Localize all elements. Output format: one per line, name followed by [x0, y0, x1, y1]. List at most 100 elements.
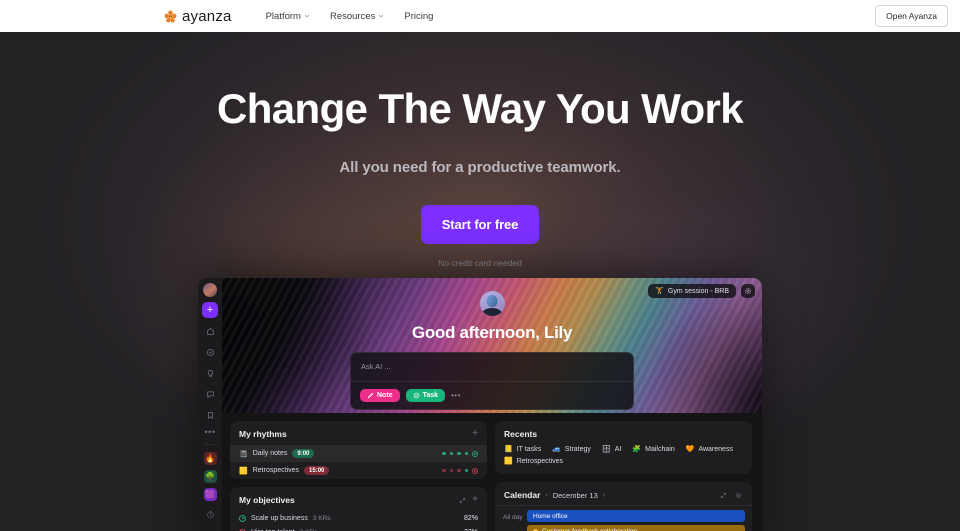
sidebar-item-home[interactable]: [202, 323, 218, 339]
pen-icon: [367, 392, 374, 399]
dashboard: My rhythms + 📓 Daily notes 9:00 🟨 Retros…: [222, 413, 762, 531]
rhythm-dot: [464, 451, 468, 456]
objective-krs: 3 KRs: [312, 514, 331, 522]
my-objectives-card: My objectives + Scale up business 3 KRs …: [230, 487, 487, 531]
sidebar-more-button[interactable]: •••: [205, 428, 216, 437]
hero-content: Change The Way You Work All you need for…: [0, 32, 960, 269]
recent-item-mailchain[interactable]: 🧩 Mailchain: [632, 445, 675, 454]
sidebar-divider: [204, 444, 216, 445]
rhythm-progress-dots: [442, 467, 478, 474]
calendar-event-label: Customer feedback collaboration: [542, 527, 638, 531]
app-preview: + ••• 🔥 🌳 🟪 🏋 Gym session - BRB Good aft…: [198, 278, 762, 531]
recent-emoji: 🟨: [504, 458, 513, 465]
rhythm-label: Retrospectives: [252, 467, 300, 474]
add-button[interactable]: +: [202, 302, 218, 318]
my-rhythms-title: My rhythms: [239, 429, 287, 439]
my-objectives-header: My objectives +: [230, 487, 487, 511]
objective-name: Scale up business: [251, 514, 308, 522]
nav-links: Platform Resources Pricing: [266, 11, 434, 22]
start-for-free-button[interactable]: Start for free: [420, 205, 540, 244]
sidebar-item-ideas[interactable]: [202, 365, 218, 381]
app-banner: 🏋 Gym session - BRB Good afternoon, Lily: [222, 278, 762, 413]
lightbulb-icon: [207, 369, 213, 377]
nav-link-pricing[interactable]: Pricing: [404, 11, 433, 22]
nav-link-resources[interactable]: Resources: [330, 11, 384, 22]
recents-list: 📒 IT tasks 🚙 Strategy 🗄 AI 🧩 Mailchain 🧡…: [495, 445, 752, 474]
expand-objectives-button[interactable]: [457, 495, 467, 505]
calendar-next-button[interactable]: ›: [603, 492, 605, 499]
recent-label: Mailchain: [645, 445, 675, 453]
dashboard-right-column: Recents 📒 IT tasks 🚙 Strategy 🗄 AI 🧩 Mai…: [495, 421, 752, 531]
ask-ai-input[interactable]: Ask AI ...: [351, 353, 633, 381]
calendar-title: Calendar: [504, 490, 541, 500]
rhythm-row-daily-notes[interactable]: 📓 Daily notes 9:00: [230, 445, 487, 462]
expand-calendar-button[interactable]: [718, 490, 728, 500]
my-rhythms-header: My rhythms +: [230, 421, 487, 445]
rhythm-dot: [449, 451, 453, 456]
brand-name: ayanza: [182, 7, 232, 25]
status-text: Gym session - BRB: [667, 287, 729, 295]
recents-card: Recents 📒 IT tasks 🚙 Strategy 🗄 AI 🧩 Mai…: [495, 421, 752, 474]
ask-ai-more-button[interactable]: •••: [451, 391, 461, 400]
calendar-event-label: Home office: [533, 512, 568, 520]
timer-icon: [206, 510, 214, 518]
calendar-event-customer-feedback[interactable]: Customer feedback collaboration: [527, 525, 745, 531]
rhythm-emoji: 📓: [239, 450, 248, 458]
workspace-tile-tree[interactable]: 🌳: [203, 470, 217, 483]
recent-item-retrospectives[interactable]: 🟨 Retrospectives: [504, 457, 563, 466]
rhythm-emoji: 🟨: [239, 467, 248, 475]
nav-link-resources-label: Resources: [329, 10, 376, 22]
top-navbar: ayanza Platform Resources Pricing Open A…: [0, 0, 960, 32]
sidebar-item-goals[interactable]: [202, 344, 218, 360]
rhythm-dot-current: [472, 450, 478, 457]
open-ayanza-button[interactable]: Open Ayanza: [875, 5, 948, 27]
banner-settings-button[interactable]: [741, 284, 755, 298]
user-avatar[interactable]: [479, 291, 505, 316]
recent-item-strategy[interactable]: 🚙 Strategy: [552, 445, 591, 454]
rhythm-dot: [442, 451, 446, 456]
app-main: 🏋 Gym session - BRB Good afternoon, Lily: [222, 278, 762, 531]
task-button[interactable]: Task: [405, 389, 445, 402]
chevron-down-icon: [304, 14, 310, 18]
recent-label: Awareness: [698, 445, 733, 453]
status-group: 🏋 Gym session - BRB: [648, 284, 755, 298]
calendar-prev-button[interactable]: ‹: [545, 492, 547, 499]
my-objectives-title: My objectives: [239, 495, 295, 505]
sidebar-item-bookmarks[interactable]: [202, 407, 218, 423]
rhythm-dot: [449, 468, 453, 473]
nav-link-pricing-label: Pricing: [404, 10, 434, 22]
rhythm-dot: [457, 468, 461, 473]
hero-section: Change The Way You Work All you need for…: [0, 32, 960, 531]
page-title: Change The Way You Work: [216, 85, 744, 132]
rhythm-label: Daily notes: [252, 450, 288, 457]
recents-title: Recents: [504, 429, 538, 439]
calendar-settings-button[interactable]: [733, 490, 743, 500]
objective-row[interactable]: Scale up business 3 KRs 82%: [230, 511, 487, 525]
rhythm-row-retrospectives[interactable]: 🟨 Retrospectives 15:00: [230, 462, 487, 479]
status-badge[interactable]: 🏋 Gym session - BRB: [648, 284, 736, 298]
nav-link-platform[interactable]: Platform: [266, 11, 310, 22]
dashboard-left-column: My rhythms + 📓 Daily notes 9:00 🟨 Retros…: [230, 421, 487, 531]
workspace-tile-fire[interactable]: 🔥: [203, 452, 217, 465]
recent-item-awareness[interactable]: 🧡 Awareness: [686, 445, 733, 454]
sidebar-item-timer[interactable]: [202, 506, 218, 522]
nav-link-platform-label: Platform: [265, 10, 301, 22]
sidebar-item-chat[interactable]: [202, 386, 218, 402]
avatar[interactable]: [203, 283, 217, 297]
add-objective-button[interactable]: +: [472, 495, 478, 505]
ask-ai-actions: Note Task •••: [351, 381, 633, 409]
calendar-event-home-office[interactable]: Home office: [527, 510, 745, 522]
recent-item-ai[interactable]: 🗄 AI: [601, 445, 622, 454]
objective-row[interactable]: Hire top talent 3 KRs 33%: [230, 525, 487, 531]
brand-logo[interactable]: ayanza: [164, 8, 232, 25]
workspace-tile-grid[interactable]: 🟪: [203, 488, 217, 501]
note-button[interactable]: Note: [360, 389, 400, 402]
recent-item-it-tasks[interactable]: 📒 IT tasks: [504, 445, 541, 454]
task-button-label: Task: [422, 392, 438, 399]
recent-emoji: 🗄: [601, 446, 611, 453]
calendar-header: Calendar ‹ December 13 ›: [495, 482, 752, 505]
calendar-allday-events: Home office Customer feedback collaborat…: [527, 506, 752, 531]
sidebar-bottom-group: [202, 506, 218, 531]
recent-label: AI: [614, 445, 622, 453]
add-rhythm-button[interactable]: +: [472, 429, 478, 439]
